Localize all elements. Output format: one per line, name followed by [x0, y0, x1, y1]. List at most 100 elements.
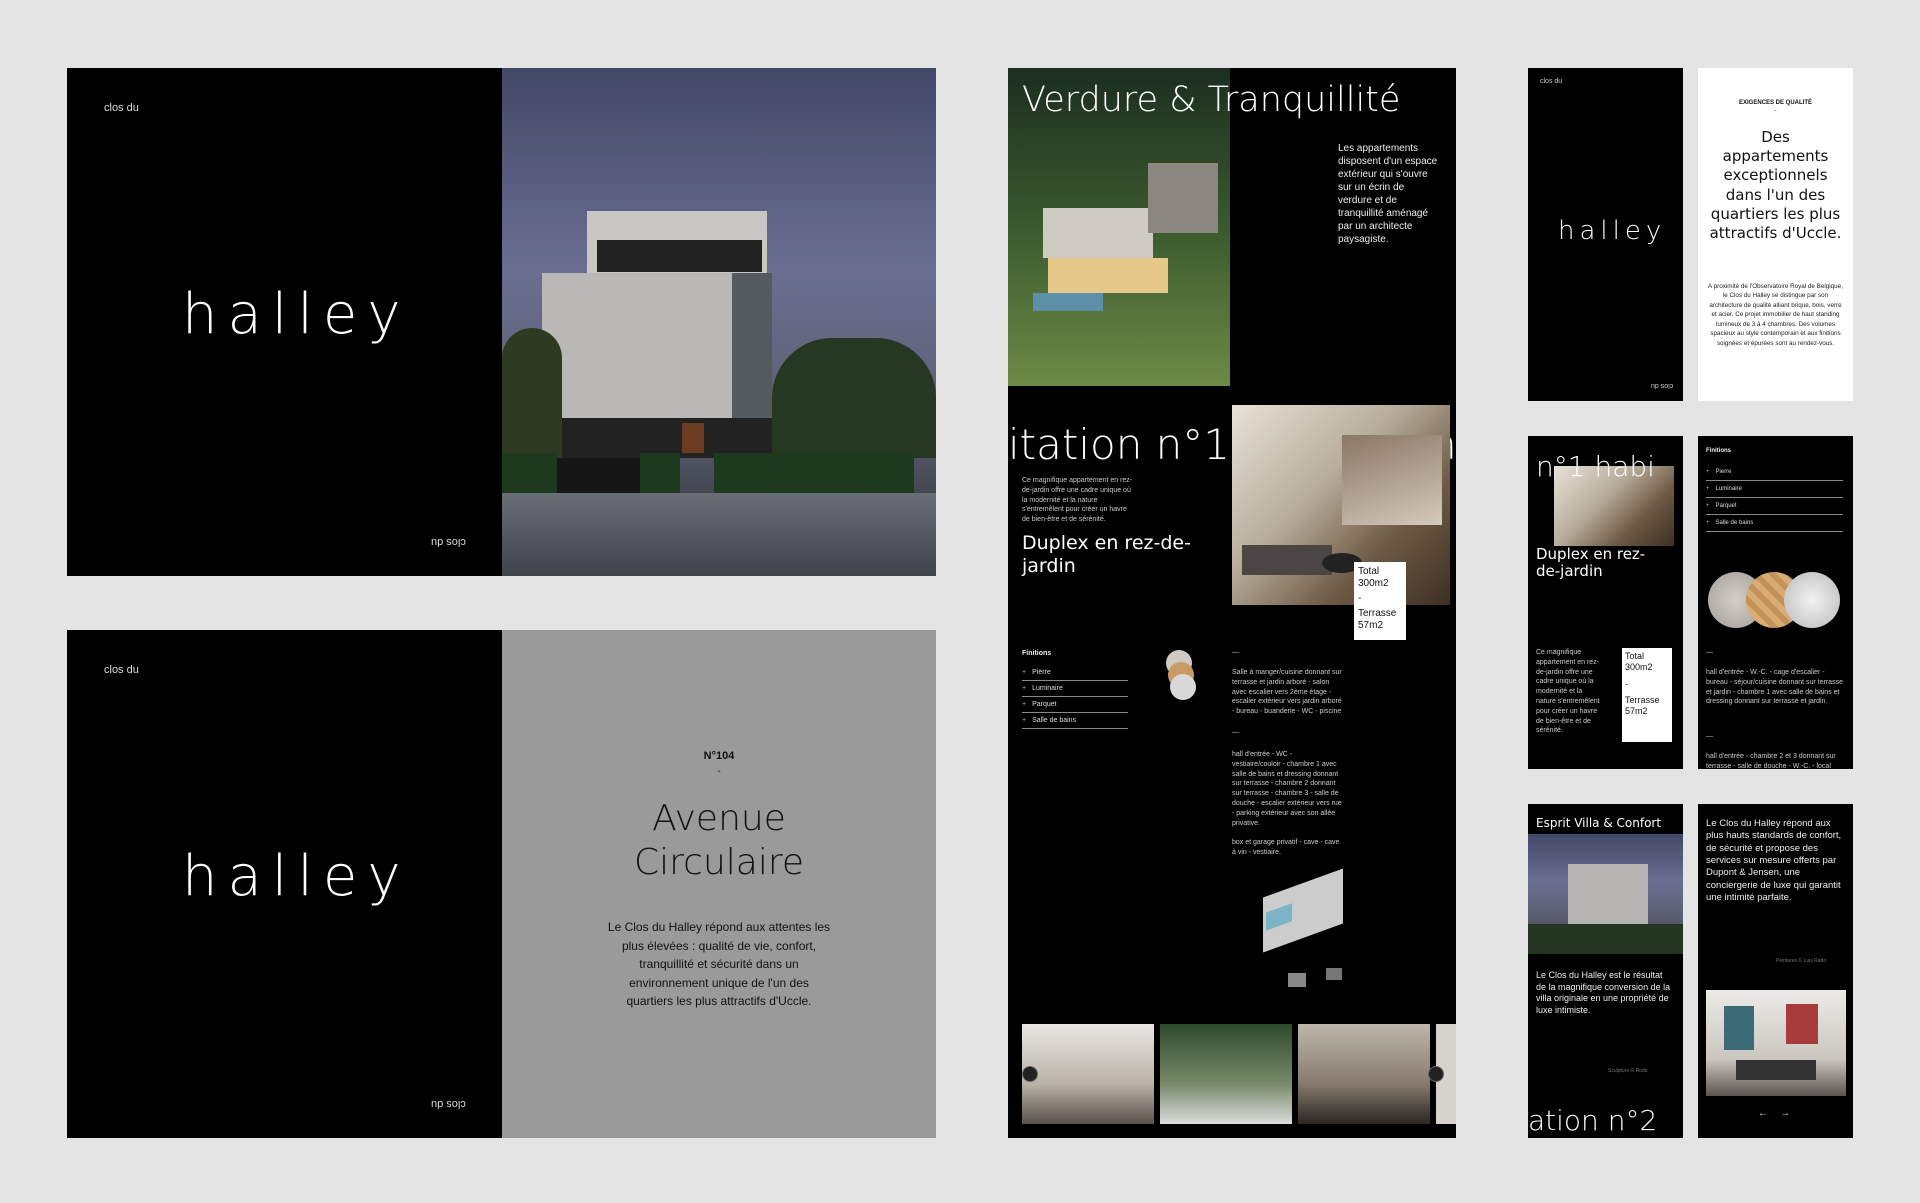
mobile-total-value: 300m2 [1625, 661, 1653, 672]
mobile-esprit: Esprit Villa & Confort Le Clos du Halley… [1528, 804, 1683, 1138]
plan-text-3: box et garage privatif - cave - cave à v… [1232, 839, 1340, 856]
mobile-plan-text-2: hall d'entrée - chambre 2 et 3 donnant s… [1706, 753, 1836, 769]
clos-du-label-2: clos du [104, 664, 139, 676]
website-page: Verdure & Tranquillité Les appartements … [1008, 68, 1456, 1138]
mobile-finitions: Finitions + Pierre + Luminaire + Parquet + S… [1698, 436, 1853, 769]
mobile-intro: Ce magnifique appartement en rez-de-jard… [1536, 649, 1600, 735]
mobile-plan-text: hall d'entrée - W.-C. - cage d'escalier … [1706, 669, 1843, 706]
cover-panel-1: clos du halley clos du [67, 68, 502, 576]
villa-photo-1 [502, 68, 936, 576]
gallery-photo-2[interactable] [1160, 1024, 1292, 1124]
finition-item[interactable]: + Salle de bains [1022, 713, 1128, 729]
hedge-right [714, 453, 914, 493]
hero-house [1043, 208, 1153, 258]
mobile-services: Le Clos du Halley répond aux plus hauts … [1698, 804, 1853, 1138]
finition-item[interactable]: + Parquet [1022, 697, 1128, 713]
address-title-1: Avenue [652, 798, 786, 839]
clos-du-label: clos du [104, 102, 139, 114]
mobile-finition-item[interactable]: + Luminaire [1706, 481, 1843, 498]
services-text: Le Clos du Halley répond aux plus hauts … [1706, 818, 1842, 904]
mobile-finition-item[interactable]: + Salle de bains [1706, 515, 1843, 532]
mobile-esprit-text: Le Clos du Halley est le résultat de la … [1536, 970, 1671, 1016]
sculpture [682, 423, 704, 453]
mobile-finition-item[interactable]: + Pierre [1706, 464, 1843, 481]
mobile-esprit-title: Esprit Villa & Confort [1536, 816, 1662, 830]
plan-dash-2: — [1232, 729, 1239, 736]
mobile-villa-house [1568, 864, 1648, 924]
interior-sofa [1242, 545, 1332, 575]
hedge-left [502, 453, 557, 493]
quality-body: A proximité de l'Observatoire Royal de B… [1708, 283, 1843, 347]
area-dash: - [1358, 593, 1362, 604]
hero-house-glass [1048, 258, 1168, 293]
painting-1 [1724, 1006, 1754, 1050]
total-value: 300m2 [1358, 578, 1389, 589]
terrace-label: Terrasse [1358, 608, 1397, 619]
mobile-logo: halley [1558, 216, 1667, 246]
finition-item[interactable]: + Luminaire [1022, 681, 1128, 697]
mobile-finitions-title: Finitions [1706, 448, 1731, 454]
mobile-quality: EXIGENCES DE QUALITÉ - Des appartements … [1698, 68, 1853, 401]
terrace-value: 57m2 [1358, 620, 1384, 631]
house-glass [732, 273, 772, 418]
mobile-area-box: Total 300m2 - Terrasse 57m2 [1622, 648, 1672, 742]
halley-logo: halley [182, 282, 411, 347]
material-swatch-metal [1170, 674, 1196, 700]
mobile-terrace-value: 57m2 [1625, 706, 1648, 717]
finitions-list: Finitions + Pierre + Luminaire + Parquet + S… [1022, 650, 1128, 729]
interior-photo [1232, 405, 1450, 605]
floor-plan-small-1 [1288, 973, 1306, 987]
address-body: Le Clos du Halley répond aux attentes le… [607, 920, 831, 1009]
clos-du-flipped: clos du [431, 536, 466, 548]
fence [557, 458, 640, 493]
gallery-sofa [1736, 1060, 1816, 1080]
house-base [547, 418, 777, 458]
gallery-arrow-prev[interactable]: ← [1758, 1108, 1768, 1119]
mobile-finition-item[interactable]: + Parquet [1706, 498, 1843, 515]
mobile-villa-hedge [1528, 924, 1683, 954]
gallery-photo-1[interactable] [1022, 1024, 1154, 1124]
quality-label: EXIGENCES DE QUALITÉ [1738, 100, 1812, 106]
mobile-unit-title: Duplex en rez-de-jardin [1536, 545, 1646, 581]
gallery-next-button[interactable] [1428, 1066, 1444, 1082]
gallery-room-photo [1706, 990, 1846, 1096]
interior-stairs [1342, 435, 1442, 525]
paintings-credit: Peintures © Luis Rado [1776, 958, 1827, 964]
gallery-prev-button[interactable] [1022, 1066, 1038, 1082]
plan-dash-1: — [1232, 649, 1239, 656]
gallery-arrow-next[interactable]: → [1780, 1108, 1790, 1119]
mobile-plan-dash: — [1706, 649, 1713, 656]
mobile-marquee: n°1 habi [1536, 450, 1655, 483]
mobile-habitation: n°1 habi Duplex en rez-de-jardin Ce magn… [1528, 436, 1683, 769]
mobile-plan-dash-2: — [1706, 733, 1713, 740]
floor-plan-small-2 [1326, 968, 1342, 980]
mobile-swatch-metal [1784, 572, 1840, 628]
tree-right [772, 338, 936, 458]
area-box: Total 300m2 - Terrasse 57m2 [1354, 562, 1406, 640]
mobile-total-label: Total [1625, 651, 1645, 661]
driveway [502, 493, 936, 576]
quality-dash: - [1774, 108, 1777, 114]
house-window [597, 240, 762, 272]
hero-text: Les appartements disposent d'un espace e… [1338, 143, 1438, 245]
mobile-marquee-2: ation n°2 [1528, 1104, 1658, 1137]
total-label: Total [1358, 566, 1380, 577]
mobile-clos-du-flipped: clos du [1650, 382, 1673, 389]
tree-left [502, 328, 562, 458]
hero-title: Verdure & Tranquillité [1022, 80, 1401, 120]
plan-text-2: hall d'entrée - WC - vestiaire/couloir -… [1232, 751, 1342, 827]
house-facade [542, 273, 732, 418]
halley-logo-2: halley [182, 844, 411, 909]
cover-panel-2: clos du halley clos du [67, 630, 502, 1138]
finitions-title: Finitions [1022, 650, 1052, 657]
address-panel: N°104 - Avenue Circulaire Le Clos du Hal… [502, 630, 936, 1138]
hero-tower [1148, 163, 1218, 233]
plan-text-1: Salle à manger/cuisine donnant sur terra… [1232, 669, 1342, 716]
mobile-cover: clos du halley clos du [1528, 68, 1683, 401]
mobile-villa-photo [1528, 834, 1683, 954]
address-title-2: Circulaire [634, 842, 804, 883]
clos-du-flipped-2: clos du [431, 1098, 466, 1110]
gallery-photo-3[interactable] [1298, 1024, 1430, 1124]
finition-item[interactable]: + Pierre [1022, 665, 1128, 681]
mobile-terrace-label: Terrasse [1625, 695, 1660, 706]
